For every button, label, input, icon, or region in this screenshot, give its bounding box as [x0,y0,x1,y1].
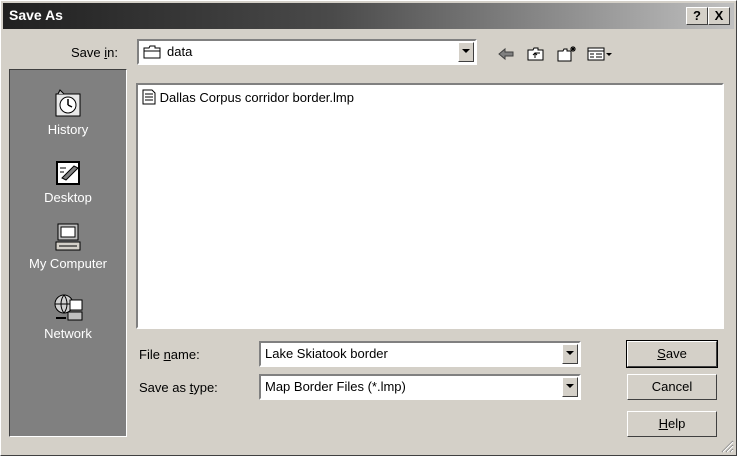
save-as-dialog: Save As ? X Save in: data History Deskto… [0,0,737,456]
file-icon [142,89,156,105]
places-my-computer[interactable]: My Computer [10,222,126,271]
file-name-chevron-down-icon[interactable] [562,344,578,364]
save-as-type-select[interactable]: Map Border Files (*.lmp) [259,374,581,400]
save-button[interactable]: Save [626,340,718,368]
back-arrow-icon[interactable] [497,46,515,62]
file-name-label: File name: [139,347,200,362]
places-bar: History Desktop My Computer Network [9,69,127,437]
file-name-text: Dallas Corpus corridor border.lmp [159,90,354,105]
new-folder-icon[interactable] [557,46,577,62]
save-in-value: data [167,44,193,59]
save-in-dropdown[interactable]: data [137,39,477,65]
places-network[interactable]: Network [10,292,126,341]
title-bar[interactable]: Save As ? X [3,3,734,29]
save-type-chevron-down-icon[interactable] [562,377,578,397]
file-name-input[interactable]: Lake Skiatook border [259,341,581,367]
save-as-type-label: Save as type: [139,380,218,395]
places-desktop[interactable]: Desktop [10,156,126,205]
chevron-down-icon[interactable] [458,42,474,62]
list-item[interactable]: Dallas Corpus corridor border.lmp [142,89,354,105]
window-title: Save As [9,7,63,23]
folder-icon [143,45,161,59]
desktop-icon [56,161,80,185]
help-button[interactable]: ? [686,7,708,25]
history-icon [55,89,81,117]
save-in-label: Save in: [71,45,118,60]
cancel-button[interactable]: Cancel [627,374,717,400]
resize-grip-icon[interactable] [720,439,734,453]
close-button[interactable]: X [708,7,730,25]
view-menu-icon[interactable] [587,46,613,62]
file-list[interactable]: Dallas Corpus corridor border.lmp [136,83,724,329]
up-folder-icon[interactable] [527,46,545,62]
network-icon [54,294,83,321]
help-dialog-button[interactable]: Help [627,411,717,437]
my-computer-icon [55,223,81,251]
places-history[interactable]: History [10,88,126,137]
